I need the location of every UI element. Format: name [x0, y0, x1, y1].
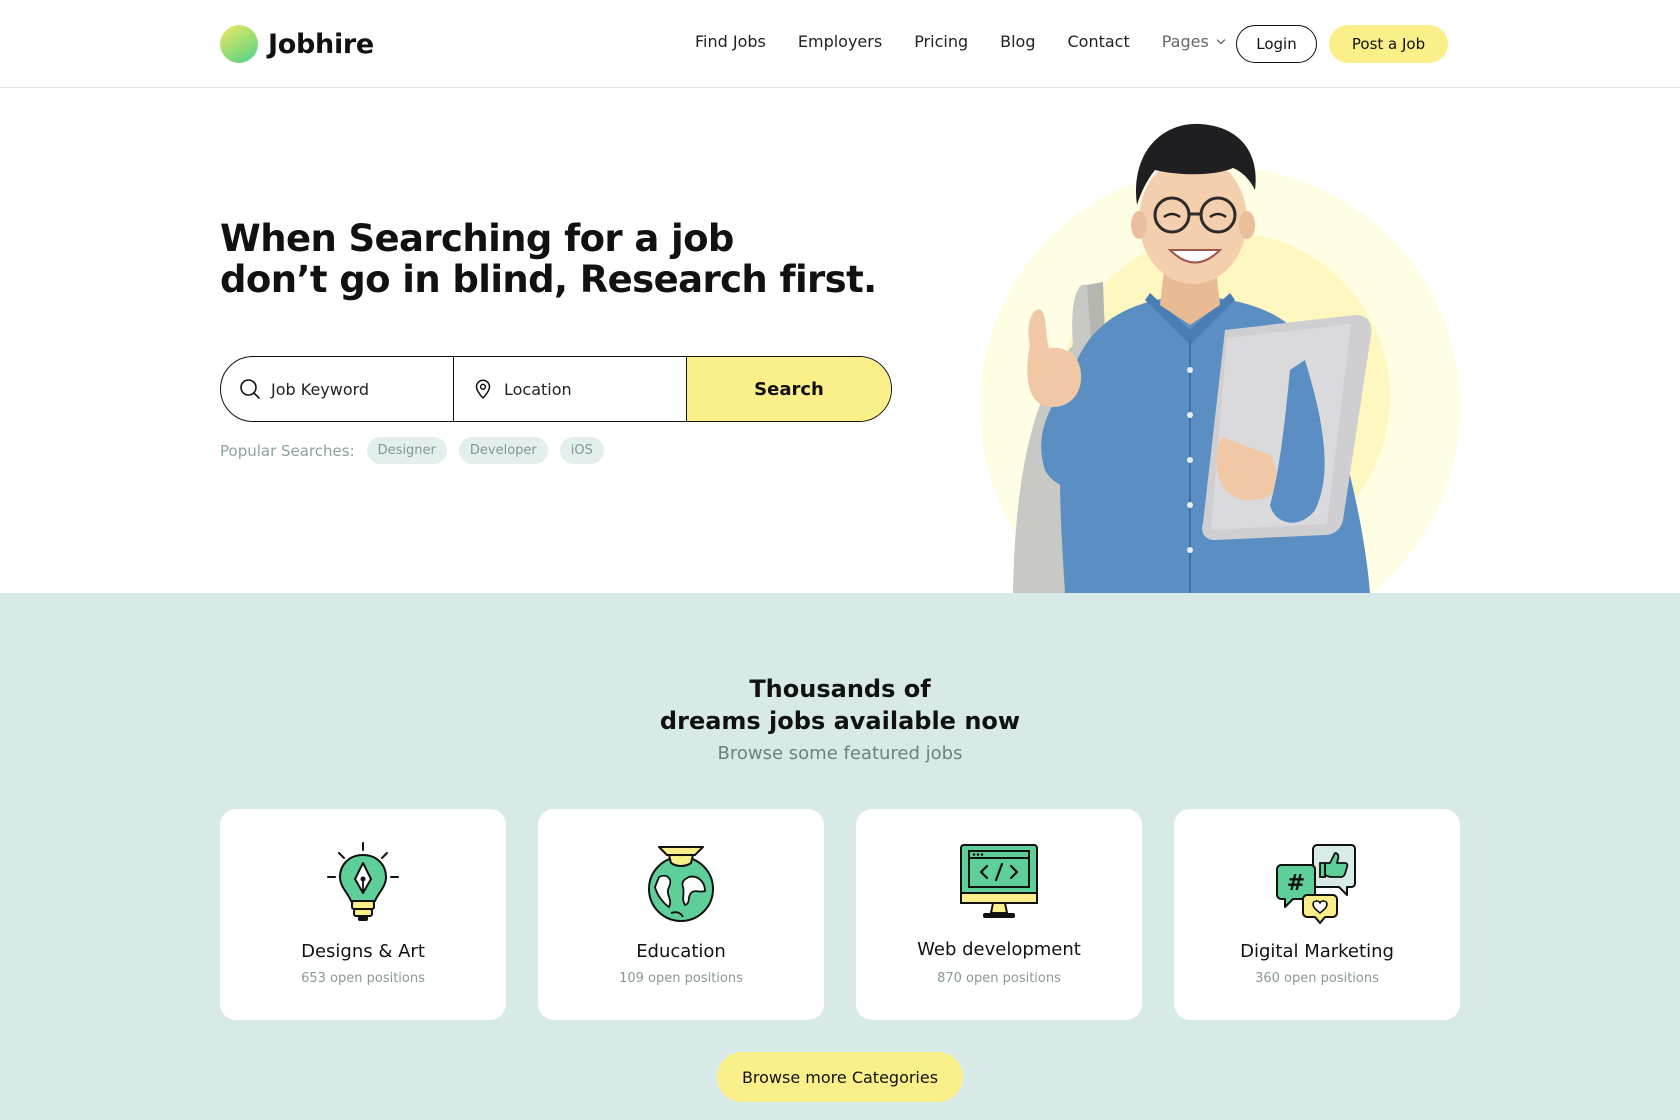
hero-title-line2: don’t go in blind, Research first. [220, 258, 877, 301]
login-button[interactable]: Login [1236, 25, 1317, 63]
hero-image [975, 110, 1475, 593]
popular-tag-developer[interactable]: Developer [458, 437, 548, 464]
nav-item-find-jobs[interactable]: Find Jobs [695, 32, 766, 51]
main-nav: Find Jobs Employers Pricing Blog Contact… [695, 32, 1226, 51]
brand-logo[interactable]: Jobhire [220, 25, 374, 63]
location-placeholder: Location [504, 379, 572, 399]
category-count: 360 open positions [1255, 971, 1379, 986]
featured-title-line2: dreams jobs available now [659, 707, 1021, 735]
job-search-bar: Job Keyword Location Search [220, 356, 892, 422]
browse-categories-button[interactable]: Browse more Categories [717, 1052, 963, 1102]
popular-tag-designer[interactable]: Designer [366, 437, 447, 464]
globe-graduation-icon [648, 846, 714, 922]
social-chat-icon: # [1276, 844, 1356, 924]
category-name: Designs & Art [301, 941, 425, 962]
location-pin-icon [475, 379, 491, 399]
nav-item-pricing[interactable]: Pricing [914, 32, 968, 51]
nav-item-blog[interactable]: Blog [1000, 32, 1035, 51]
category-count: 653 open positions [301, 971, 425, 986]
category-name: Education [636, 941, 726, 962]
popular-tag-ios[interactable]: iOS [559, 437, 604, 464]
brand-name: Jobhire [268, 28, 374, 60]
category-count: 109 open positions [619, 971, 743, 986]
popular-searches: Popular Searches: Designer Developer iOS [220, 437, 616, 464]
nav-item-employers[interactable]: Employers [798, 32, 882, 51]
category-name: Web development [917, 939, 1081, 960]
pen-bulb-icon [327, 842, 399, 921]
nav-item-contact[interactable]: Contact [1068, 32, 1130, 51]
popular-searches-label: Popular Searches: [220, 441, 355, 460]
logo-mark-icon [220, 25, 258, 63]
category-card-digital-marketing[interactable]: # Digital Marketing 360 open positions [1174, 809, 1460, 1020]
site-header: Jobhire Find Jobs Employers Pricing Blog… [0, 0, 1680, 88]
keyword-placeholder: Job Keyword [271, 379, 370, 399]
search-button[interactable]: Search [687, 357, 891, 421]
category-card-education[interactable]: Education 109 open positions [538, 809, 824, 1020]
nav-pages-label: Pages [1161, 32, 1209, 51]
svg-text:#: # [1287, 871, 1305, 896]
location-field[interactable]: Location [454, 357, 687, 421]
featured-jobs-section: Thousands of dreams jobs available now B… [0, 593, 1680, 1120]
monitor-code-icon [960, 844, 1038, 918]
category-card-web-development[interactable]: Web development 870 open positions [856, 809, 1142, 1020]
featured-subtitle: Browse some featured jobs [717, 743, 963, 764]
chevron-down-icon [1216, 35, 1226, 44]
nav-item-pages[interactable]: Pages [1161, 32, 1226, 51]
category-name: Digital Marketing [1240, 941, 1394, 962]
category-cards: Designs & Art 653 open positions Educati… [220, 809, 1460, 1020]
featured-title-line1: Thousands of [749, 675, 931, 703]
person-thumbs-up-illustration [1013, 123, 1372, 593]
category-count: 870 open positions [937, 971, 1061, 986]
hero-title: When Searching for a job don’t go in bli… [220, 218, 877, 300]
category-card-designs-art[interactable]: Designs & Art 653 open positions [220, 809, 506, 1020]
post-job-button[interactable]: Post a Job [1329, 25, 1448, 63]
search-icon [240, 379, 260, 399]
keyword-field[interactable]: Job Keyword [221, 357, 454, 421]
hero-title-line1: When Searching for a job [220, 217, 734, 260]
